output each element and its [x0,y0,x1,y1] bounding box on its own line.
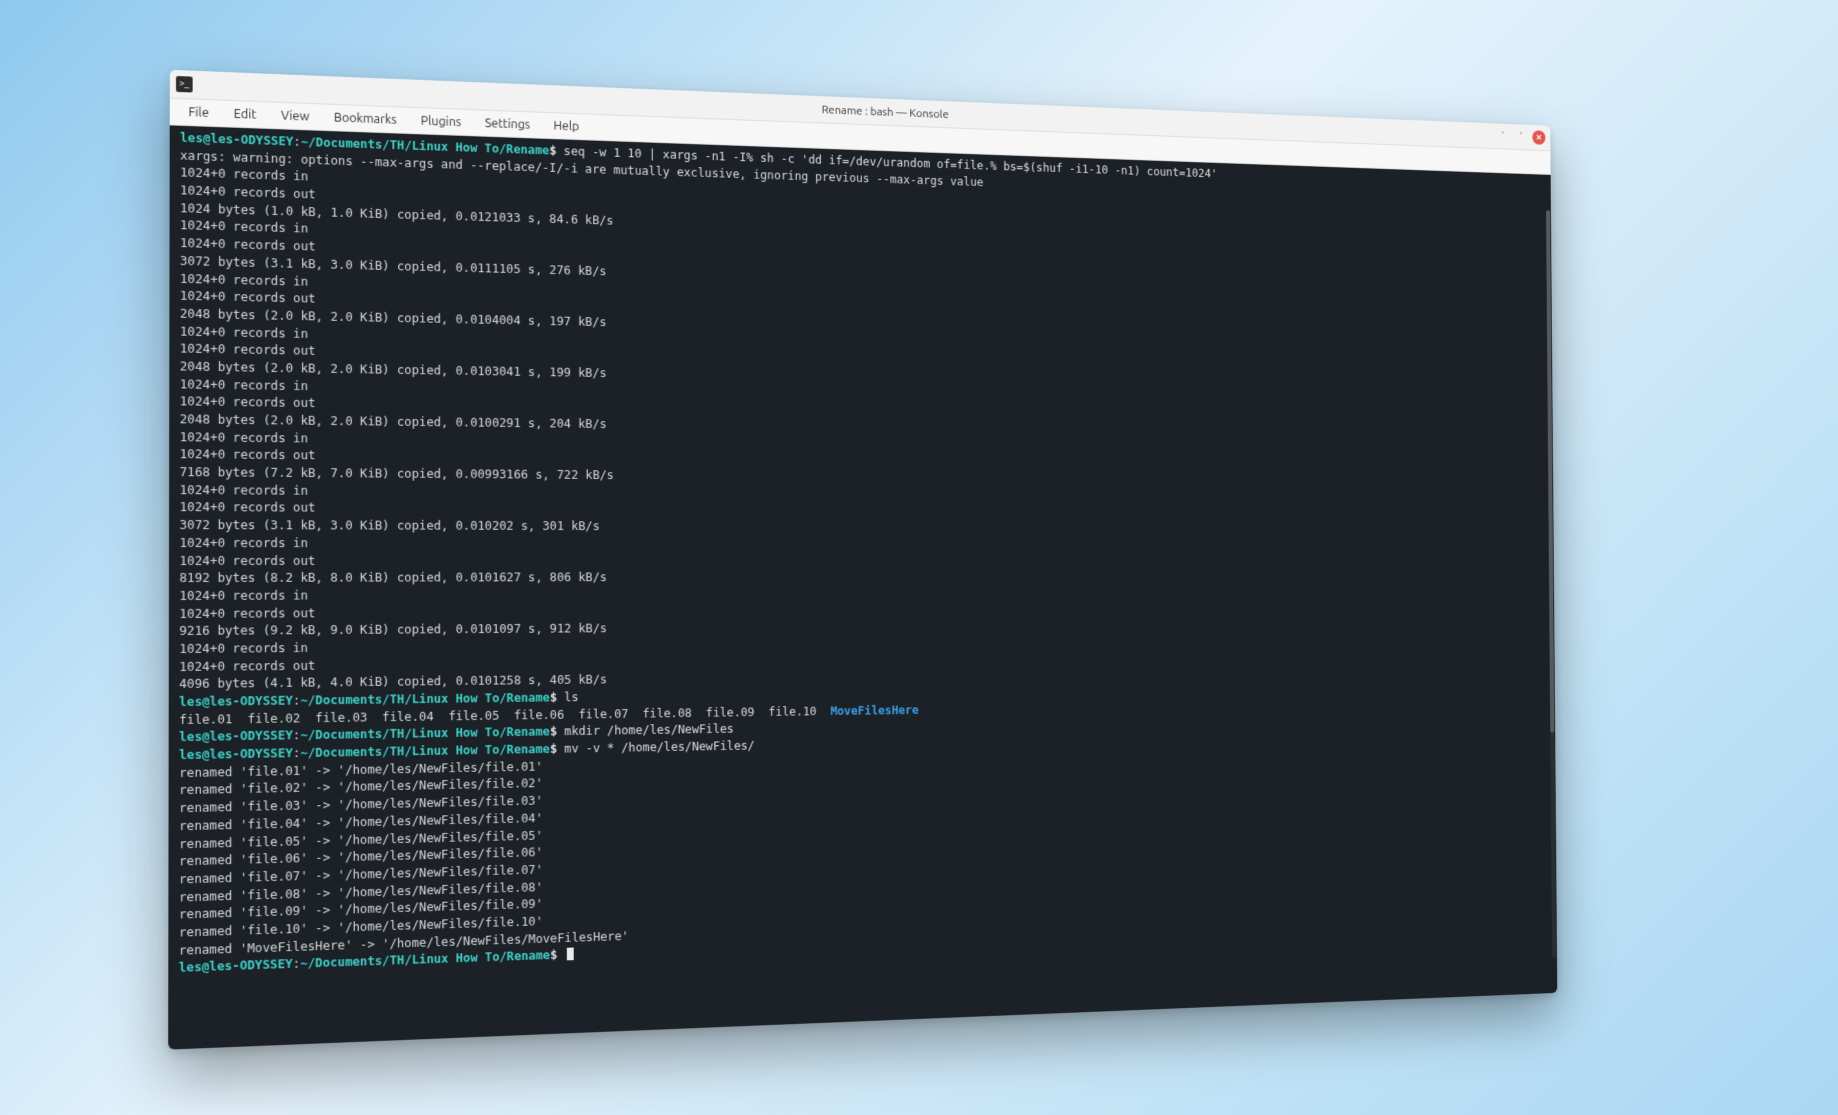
menubar: File Edit View Bookmarks Plugins Setting… [170,98,1551,174]
terminal[interactable]: les@les-ODYSSEY:~/Documents/TH/Linux How… [168,125,1557,1049]
titlebar[interactable]: Rename : bash — Konsole [170,69,1551,150]
konsole-window: Rename : bash — Konsole File Edit View B… [168,69,1557,1049]
menu-file[interactable]: File [178,101,219,122]
maximize-button[interactable] [1514,129,1527,144]
menu-plugins[interactable]: Plugins [411,110,471,132]
menu-view[interactable]: View [271,105,320,126]
menu-bookmarks[interactable]: Bookmarks [324,107,407,130]
minimize-button[interactable] [1496,128,1509,143]
scrollbar[interactable] [1546,210,1556,957]
window-title: Rename : bash — Konsole [201,78,1496,141]
close-button[interactable] [1532,130,1545,145]
scrollbar-thumb[interactable] [1546,210,1554,732]
window-controls [1496,128,1545,144]
menu-help[interactable]: Help [544,115,589,136]
terminal-icon [176,75,193,92]
terminal-output[interactable]: les@les-ODYSSEY:~/Documents/TH/Linux How… [174,125,1552,1049]
menu-edit[interactable]: Edit [223,103,266,124]
menu-settings[interactable]: Settings [475,113,540,135]
